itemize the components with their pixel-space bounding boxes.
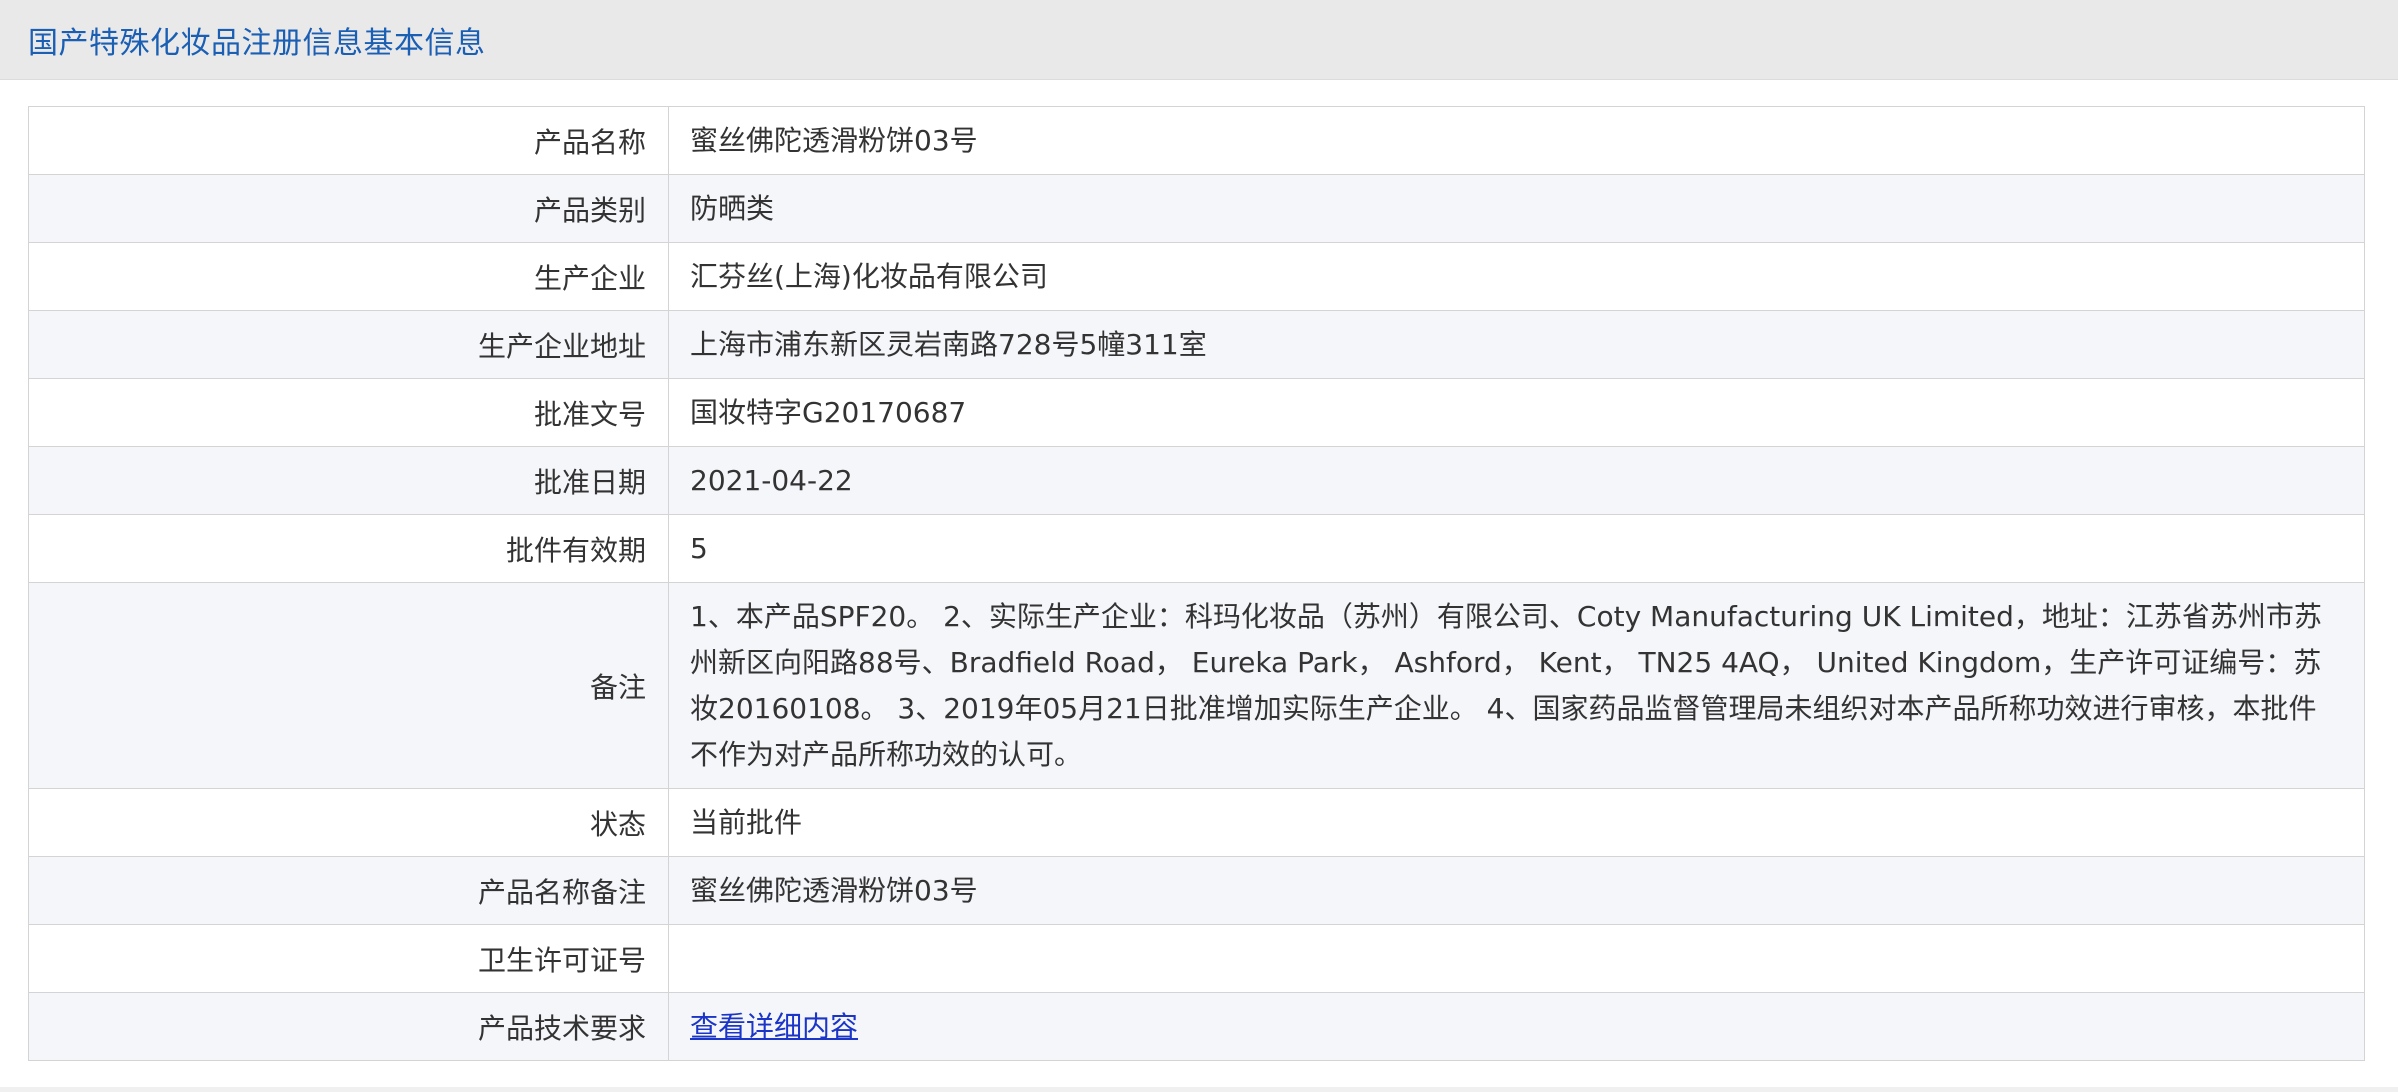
row-label: 产品类别 [28,174,669,243]
row-value: 汇芬丝(上海)化妆品有限公司 [668,242,2365,311]
section-title: 国产特殊化妆品注册信息基本信息 [28,25,486,61]
row-value: 防晒类 [668,174,2365,243]
page: 国产特殊化妆品注册信息基本信息 产品名称 蜜丝佛陀透滑粉饼03号 产品类别 防晒… [0,0,2398,1092]
row-value [668,924,2365,993]
row-label: 生产企业地址 [28,310,669,379]
table-row-validity: 批件有效期 5 [28,514,2365,583]
row-value: 5 [668,514,2365,583]
row-value: 当前批件 [668,788,2365,857]
table-row-manufacturer-address: 生产企业地址 上海市浦东新区灵岩南路728号5幢311室 [28,310,2365,379]
row-value-cell: 查看详细内容 [668,992,2365,1061]
row-label: 备注 [28,582,669,789]
table-row-approval-date: 批准日期 2021-04-22 [28,446,2365,515]
row-label: 状态 [28,788,669,857]
table-row-hygiene-license: 卫生许可证号 [28,924,2365,993]
row-label: 批准文号 [28,378,669,447]
row-label: 批准日期 [28,446,669,515]
view-details-link[interactable]: 查看详细内容 [690,1010,858,1043]
page-bottom-strip [0,1087,2398,1092]
row-label: 产品名称 [28,106,669,175]
table-row-product-name: 产品名称 蜜丝佛陀透滑粉饼03号 [28,106,2365,175]
table-row-approval-number: 批准文号 国妆特字G20170687 [28,378,2365,447]
row-label: 产品名称备注 [28,856,669,925]
info-table: 产品名称 蜜丝佛陀透滑粉饼03号 产品类别 防晒类 生产企业 汇芬丝(上海)化妆… [28,106,2365,1061]
section-header: 国产特殊化妆品注册信息基本信息 [0,0,2398,80]
row-value: 2021-04-22 [668,446,2365,515]
row-label: 生产企业 [28,242,669,311]
row-value: 国妆特字G20170687 [668,378,2365,447]
table-row-product-name-remark: 产品名称备注 蜜丝佛陀透滑粉饼03号 [28,856,2365,925]
row-label: 卫生许可证号 [28,924,669,993]
table-row-manufacturer: 生产企业 汇芬丝(上海)化妆品有限公司 [28,242,2365,311]
table-row-technical-requirements: 产品技术要求 查看详细内容 [28,992,2365,1061]
row-label: 产品技术要求 [28,992,669,1061]
row-value: 上海市浦东新区灵岩南路728号5幢311室 [668,310,2365,379]
table-row-remarks: 备注 1、本产品SPF20。 2、实际生产企业：科玛化妆品（苏州）有限公司、Co… [28,582,2365,789]
row-label: 批件有效期 [28,514,669,583]
table-row-product-category: 产品类别 防晒类 [28,174,2365,243]
row-value: 蜜丝佛陀透滑粉饼03号 [668,106,2365,175]
row-value: 1、本产品SPF20。 2、实际生产企业：科玛化妆品（苏州）有限公司、Coty … [668,582,2365,789]
content-panel: 产品名称 蜜丝佛陀透滑粉饼03号 产品类别 防晒类 生产企业 汇芬丝(上海)化妆… [0,80,2398,1087]
row-value: 蜜丝佛陀透滑粉饼03号 [668,856,2365,925]
table-row-status: 状态 当前批件 [28,788,2365,857]
